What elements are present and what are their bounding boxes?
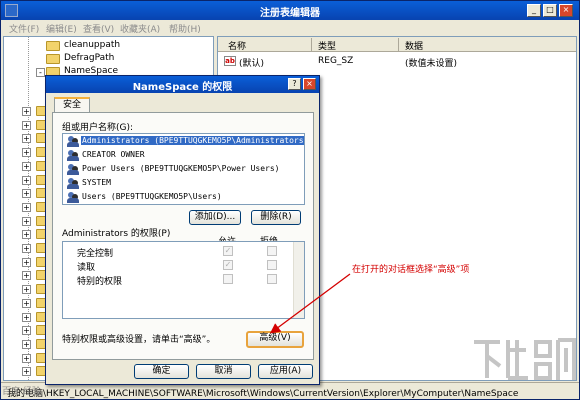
permission-name: 完全控制 <box>77 249 114 259</box>
deny-checkbox[interactable] <box>267 246 277 256</box>
user-group-icon <box>67 192 79 203</box>
maximize-button[interactable]: □ <box>543 4 557 17</box>
list-item[interactable]: Users (BPE9TTUQGKEMO5P\Users) <box>65 191 304 204</box>
list-header: 名称 类型 数据 <box>218 37 576 52</box>
window-titlebar[interactable]: 注册表编辑器 _ □ × <box>1 1 579 20</box>
expand-toggle[interactable]: + <box>22 244 31 253</box>
value-name[interactable]: (默认) <box>239 56 264 69</box>
expand-toggle[interactable]: + <box>22 257 31 267</box>
menu-file[interactable]: 文件(F) <box>9 22 39 35</box>
permissions-scrollbar[interactable] <box>293 242 304 318</box>
expand-toggle[interactable]: + <box>22 353 31 363</box>
help-button[interactable]: ? <box>288 78 301 90</box>
deny-checkbox[interactable] <box>267 274 277 284</box>
remove-button[interactable]: 删除(R) <box>251 210 301 225</box>
value-type: REG_SZ <box>318 56 354 66</box>
baidu-watermark: 百度·经验 <box>2 387 41 397</box>
permissions-dialog: NameSpace 的权限 ? × 安全 组或用户名称(G): Administ… <box>45 75 320 385</box>
table-row: 读取 ✓ <box>63 259 304 273</box>
add-button[interactable]: 添加(D)... <box>189 210 241 225</box>
allow-checkbox[interactable]: ✓ <box>223 260 233 270</box>
permission-name: 读取 <box>77 263 96 273</box>
deny-checkbox[interactable] <box>267 260 277 270</box>
column-data[interactable]: 数据 <box>405 39 423 52</box>
menu-edit[interactable]: 编辑(E) <box>46 22 77 35</box>
users-list[interactable]: Administrators (BPE9TTUQGKEMO5P\Administ… <box>62 133 305 205</box>
status-path: 我的电脑\HKEY_LOCAL_MACHINE\SOFTWARE\Microso… <box>7 389 519 399</box>
menu-help[interactable]: 帮助(H) <box>169 22 201 35</box>
tree-item-defragpath[interactable]: DefragPath <box>4 53 213 66</box>
close-button[interactable]: × <box>559 4 573 17</box>
cancel-button[interactable]: 取消 <box>196 364 251 379</box>
user-name: Power Users (BPE9TTUQGKEMO5P\Power Users… <box>82 164 280 173</box>
expand-toggle[interactable]: + <box>22 134 31 144</box>
expand-toggle[interactable]: + <box>22 148 31 158</box>
expand-toggle[interactable]: + <box>22 271 31 281</box>
expand-toggle[interactable]: + <box>22 367 31 377</box>
user-icon <box>67 178 79 189</box>
expand-toggle[interactable]: + <box>22 298 31 308</box>
menu-favorites[interactable]: 收藏夹(A) <box>120 22 160 35</box>
table-row: 特别的权限 <box>63 273 304 287</box>
expand-toggle[interactable]: + <box>22 107 31 116</box>
advanced-hint: 特别权限或高级设置，请单击“高级”。 <box>62 335 216 345</box>
folder-icon <box>46 54 60 64</box>
tree-label: DefragPath <box>64 53 115 63</box>
allow-checkbox[interactable] <box>223 274 233 284</box>
expand-toggle[interactable]: + <box>22 216 31 226</box>
list-item[interactable]: CREATOR OWNER <box>65 149 304 163</box>
permission-name: 特别的权限 <box>77 277 123 287</box>
permissions-label: Administrators 的权限(P) <box>62 229 171 239</box>
menu-bar: 文件(F) 编辑(E) 查看(V) 收藏夹(A) 帮助(H) <box>1 20 579 35</box>
allow-checkbox[interactable]: ✓ <box>223 246 233 256</box>
ok-button[interactable]: 确定 <box>134 364 189 379</box>
expand-toggle[interactable]: + <box>22 189 31 199</box>
expand-toggle[interactable]: + <box>22 120 31 130</box>
column-type[interactable]: 类型 <box>318 39 336 52</box>
user-group-icon <box>67 164 79 175</box>
value-data: (数值未设置) <box>405 59 458 69</box>
user-group-icon <box>67 150 79 161</box>
expand-toggle[interactable]: + <box>22 161 31 171</box>
list-item[interactable]: Administrators (BPE9TTUQGKEMO5P\Administ… <box>65 135 304 149</box>
expand-toggle[interactable]: + <box>22 175 31 185</box>
folder-icon <box>46 41 60 51</box>
dialog-title: NameSpace 的权限 <box>132 82 233 93</box>
user-name: CREATOR OWNER <box>82 150 145 159</box>
column-divider[interactable] <box>398 38 399 51</box>
expand-toggle[interactable]: + <box>22 202 31 212</box>
site-watermark-logo <box>474 338 576 380</box>
minimize-button[interactable]: _ <box>527 4 541 17</box>
expand-toggle[interactable]: + <box>22 339 31 349</box>
list-item[interactable]: Power Users (BPE9TTUQGKEMO5P\Power Users… <box>65 163 304 177</box>
users-label: 组或用户名称(G): <box>62 123 134 133</box>
user-group-icon <box>67 136 79 147</box>
dialog-close-button[interactable]: × <box>303 78 316 90</box>
dialog-titlebar[interactable]: NameSpace 的权限 ? × <box>46 76 319 93</box>
window-title: 注册表编辑器 <box>260 8 320 19</box>
expand-toggle[interactable]: + <box>22 230 31 240</box>
tree-item-cleanuppath[interactable]: cleanuppath <box>4 40 213 53</box>
list-item[interactable]: SYSTEM <box>65 177 304 191</box>
user-name: Administrators (BPE9TTUQGKEMO5P\Administ… <box>81 136 304 145</box>
annotation-text: 在打开的对话框选择“高级”项 <box>352 265 470 275</box>
user-name: SYSTEM <box>82 178 111 187</box>
reg-string-icon: ab <box>224 56 236 66</box>
expand-toggle[interactable]: + <box>22 326 31 336</box>
permissions-table: 完全控制 ✓ 读取 ✓ 特别的权限 <box>62 241 305 319</box>
menu-view[interactable]: 查看(V) <box>83 22 114 35</box>
apply-button[interactable]: 应用(A) <box>258 364 313 379</box>
column-divider[interactable] <box>311 38 312 51</box>
advanced-button[interactable]: 高级(V) <box>246 331 304 348</box>
user-name: Users (BPE9TTUQGKEMO5P\Users) <box>82 192 222 201</box>
column-name[interactable]: 名称 <box>228 39 246 52</box>
tab-security[interactable]: 安全 <box>54 97 90 113</box>
collapse-toggle[interactable]: - <box>36 68 45 77</box>
expand-toggle[interactable]: + <box>22 285 31 295</box>
tree-label: cleanuppath <box>64 40 121 50</box>
expand-toggle[interactable]: + <box>22 312 31 322</box>
table-row: 完全控制 ✓ <box>63 245 304 259</box>
